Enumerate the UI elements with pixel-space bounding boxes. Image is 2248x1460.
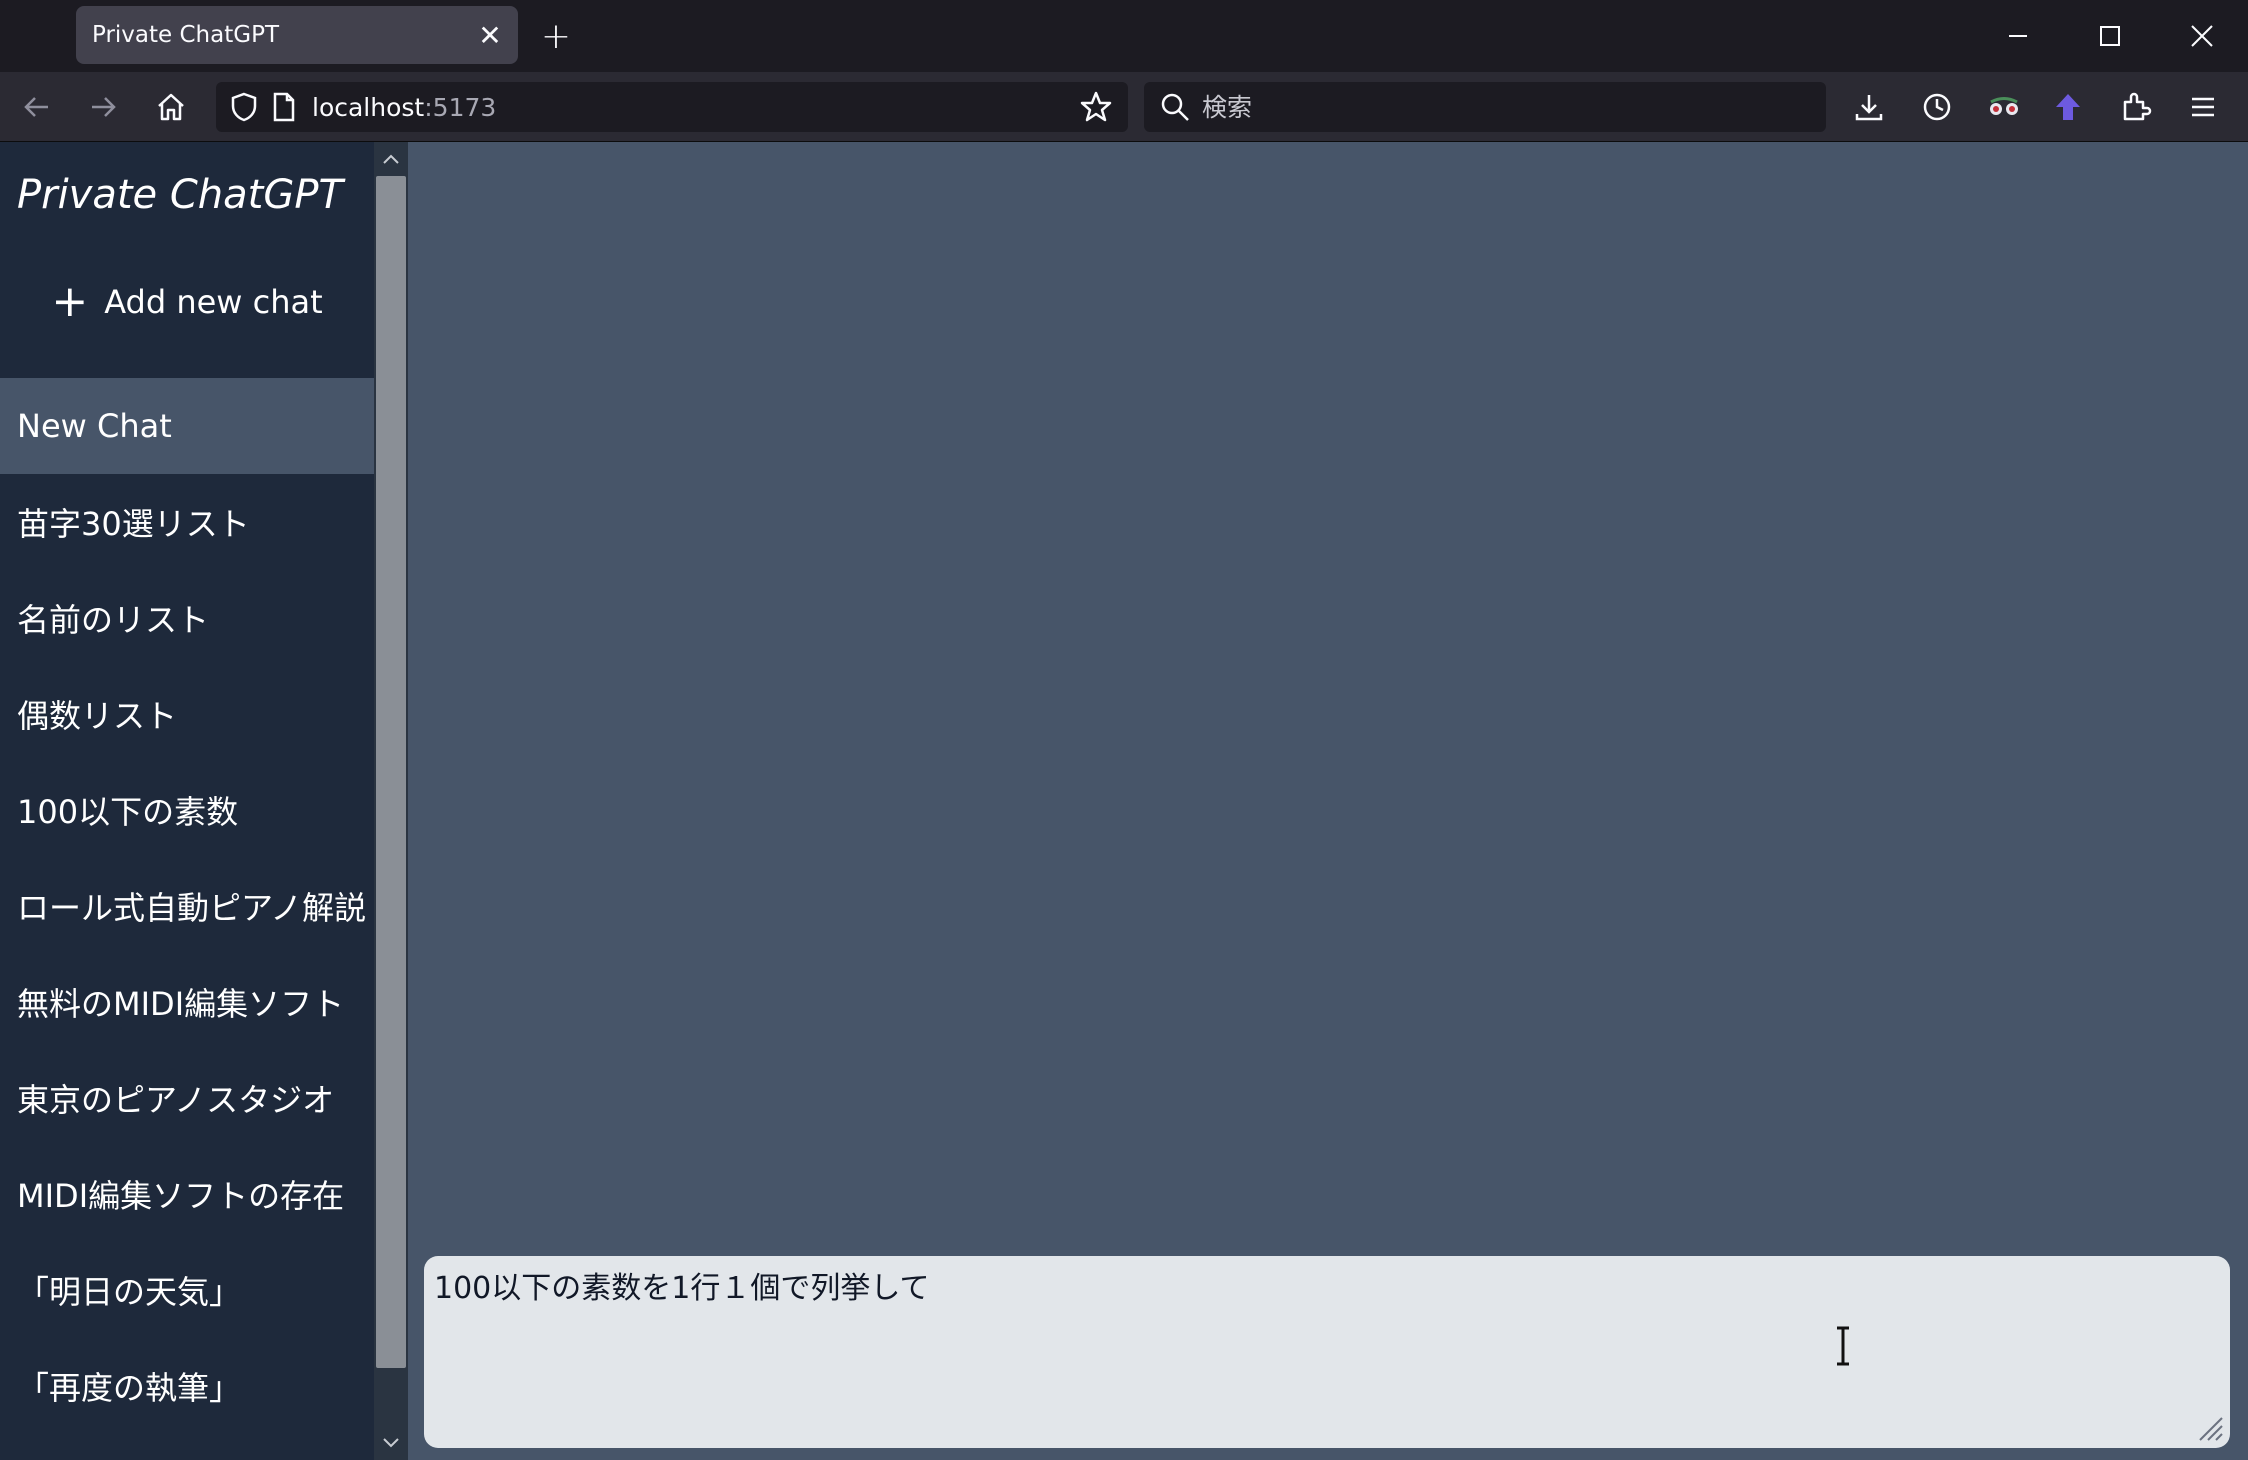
resize-grip-icon[interactable]	[2194, 1412, 2224, 1442]
search-bar[interactable]	[1144, 82, 1826, 132]
window-close-button[interactable]	[2156, 0, 2248, 72]
sidebar-scrollbar[interactable]	[374, 142, 408, 1460]
scrollbar-thumb[interactable]	[376, 176, 406, 1368]
app-brand-title: Private ChatGPT	[17, 172, 343, 218]
browser-titlebar: Private ChatGPT ✕ +	[0, 0, 2248, 72]
home-icon	[158, 93, 184, 121]
extension-spy-button[interactable]	[1981, 84, 2027, 130]
download-icon	[1855, 95, 1883, 121]
browser-tab[interactable]: Private ChatGPT ✕	[76, 6, 518, 64]
puzzle-icon	[2123, 92, 2152, 121]
page-content: Private ChatGPT + Add new chat New Chat 苗…	[0, 142, 2248, 1460]
clock-icon	[1923, 93, 1951, 121]
address-bar[interactable]: localhost:5173	[216, 82, 1128, 132]
plus-icon: +	[51, 276, 89, 327]
menu-button[interactable]	[2180, 84, 2226, 130]
browser-toolbar: localhost:5173	[0, 72, 2248, 142]
minimize-icon	[2009, 35, 2027, 37]
extensions-button[interactable]	[2113, 84, 2159, 130]
search-icon	[1158, 90, 1192, 124]
sidebar-chat-item[interactable]: New Chat	[0, 378, 374, 474]
page-icon[interactable]	[264, 87, 304, 127]
text-cursor-icon	[1837, 1326, 1849, 1366]
sidebar-chat-item[interactable]: 「再度の執筆」	[0, 1338, 374, 1434]
prompt-textarea[interactable]	[424, 1256, 2230, 1448]
maximize-icon	[2100, 26, 2120, 46]
sidebar-chat-item[interactable]: 無料のMIDI編集ソフト	[0, 954, 374, 1050]
sidebar-chat-item[interactable]: 苗字30選リスト	[0, 474, 374, 570]
app-window: Private ChatGPT ✕ + localhost:5173 検索 P…	[0, 0, 2248, 1460]
add-new-chat-button[interactable]: + Add new chat	[0, 268, 374, 336]
sidebar-chat-item[interactable]: 「明日の天気」	[0, 1242, 374, 1338]
window-maximize-button[interactable]	[2064, 0, 2156, 72]
new-tab-button[interactable]: +	[534, 14, 578, 58]
tab-close-icon[interactable]: ✕	[470, 15, 510, 55]
tab-title: Private ChatGPT	[92, 22, 279, 48]
extension-arrow-button[interactable]	[2045, 84, 2091, 130]
add-new-chat-label: Add new chat	[104, 283, 323, 321]
arrow-left-icon	[24, 97, 48, 117]
window-minimize-button[interactable]	[1972, 0, 2064, 72]
forward-button[interactable]	[80, 84, 126, 130]
downloads-button[interactable]	[1846, 84, 1892, 130]
home-button[interactable]	[148, 84, 194, 130]
shield-icon[interactable]	[224, 87, 264, 127]
close-icon	[2191, 25, 2213, 47]
sidebar-chat-item[interactable]: 偶数リスト	[0, 666, 374, 762]
url-port: :5173	[424, 92, 497, 122]
search-input[interactable]	[1202, 92, 1762, 122]
up-arrow-extension-icon	[2056, 94, 2080, 120]
scroll-down-arrow-icon[interactable]	[374, 1426, 408, 1460]
back-button[interactable]	[14, 84, 60, 130]
scroll-up-arrow-icon[interactable]	[374, 142, 408, 176]
sidebar-chat-item[interactable]: ロール式自動ピアノ解説	[0, 858, 374, 954]
sidebar-chat-item[interactable]: MIDI編集ソフトの存在	[0, 1146, 374, 1242]
url-host: localhost	[312, 92, 425, 122]
prompt-input-box[interactable]	[424, 1256, 2230, 1448]
sidebar-chat-item[interactable]: 東京のピアノスタジオ	[0, 1050, 374, 1146]
bookmark-star-icon[interactable]	[1076, 87, 1116, 127]
sidebar-chat-item[interactable]: 名前のリスト	[0, 570, 374, 666]
chat-list: New Chat 苗字30選リスト 名前のリスト 偶数リスト 100以下の素数 ロール式自…	[0, 378, 374, 1434]
sidebar-chat-item[interactable]: 100以下の素数	[0, 762, 374, 858]
arrow-right-icon	[92, 97, 116, 117]
sidebar: Private ChatGPT + Add new chat New Chat 苗…	[0, 142, 374, 1460]
hamburger-menu-icon	[2192, 97, 2214, 117]
history-button[interactable]	[1914, 84, 1960, 130]
glasses-icon	[1990, 97, 2018, 115]
